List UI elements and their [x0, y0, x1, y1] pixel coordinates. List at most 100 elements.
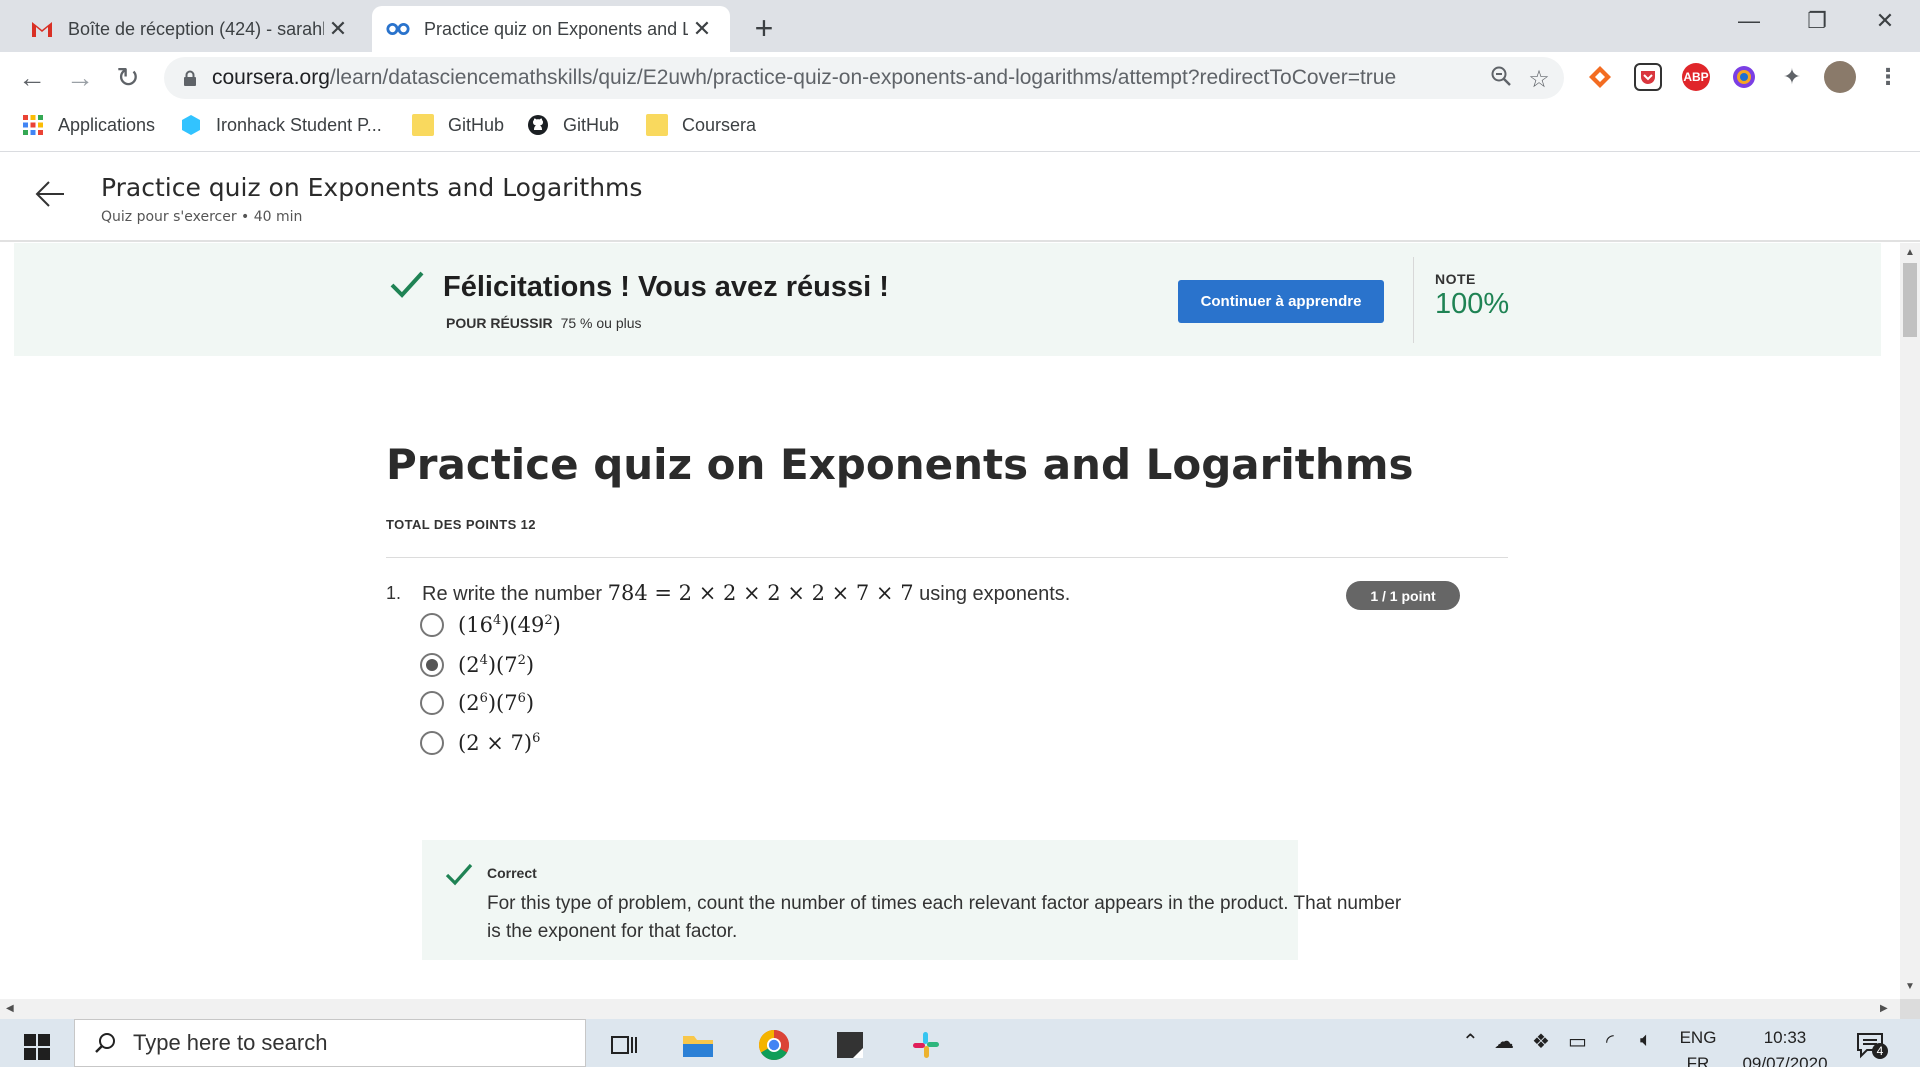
pass-requirement: POUR RÉUSSIR 75 % ou plus [446, 315, 642, 331]
task-view-icon[interactable] [606, 1027, 642, 1063]
wifi-icon[interactable]: ◜ [1606, 1029, 1614, 1054]
divider [1413, 257, 1414, 343]
quiz-content: Félicitations ! Vous avez réussi ! POUR … [0, 243, 1900, 999]
close-icon[interactable]: ✕ [324, 16, 352, 42]
file-explorer-icon[interactable] [680, 1027, 716, 1063]
bookmark-star-icon[interactable]: ☆ [1524, 65, 1554, 95]
browser-toolbar: ← → ↻ coursera.org/learn/datasciencemath… [0, 52, 1920, 102]
lock-icon [184, 70, 196, 86]
result-banner: Félicitations ! Vous avez réussi ! POUR … [14, 243, 1881, 356]
question-prefix: Re write the number [422, 583, 608, 605]
sticky-notes-icon[interactable] [832, 1027, 868, 1063]
dropbox-icon[interactable]: ❖ [1532, 1029, 1550, 1054]
scroll-thumb[interactable] [1903, 263, 1917, 337]
github-icon [528, 115, 548, 135]
success-title: Félicitations ! Vous avez réussi ! [443, 271, 889, 303]
ironhack-icon [182, 115, 200, 135]
onedrive-icon[interactable]: ☁ [1494, 1029, 1514, 1054]
pass-label: POUR RÉUSSIR [446, 315, 553, 331]
pass-value: 75 % ou plus [560, 315, 642, 331]
scroll-right-icon[interactable]: ▶ [1880, 1003, 1888, 1014]
notification-center-icon[interactable]: 4 [1852, 1027, 1888, 1063]
restore-icon[interactable]: ❐ [1782, 0, 1852, 42]
horizontal-scrollbar[interactable]: ◀ ▶ [0, 999, 1900, 1019]
bookmark-ironhack[interactable]: Ironhack Student P... [180, 114, 382, 136]
close-window-icon[interactable]: ✕ [1850, 0, 1920, 42]
extension-orange-icon[interactable] [1586, 63, 1614, 91]
radio-button[interactable] [420, 613, 444, 637]
profile-avatar[interactable] [1824, 61, 1856, 93]
answer-option-4[interactable]: (2 × 7)6 [420, 731, 540, 755]
notification-count: 4 [1872, 1043, 1888, 1059]
feedback-label: Correct [487, 865, 537, 881]
folder-icon [646, 114, 668, 136]
reload-icon[interactable]: ↻ [110, 60, 146, 96]
radio-button[interactable] [420, 691, 444, 715]
zoom-icon[interactable] [1486, 65, 1516, 95]
keyboard-layout: FR [1686, 1054, 1710, 1067]
page-subtitle: Quiz pour s'exercer • 40 min [101, 209, 303, 225]
answer-option-2[interactable]: (24)(72) [420, 653, 534, 677]
option-label: (164)(492) [458, 613, 561, 637]
gmail-icon [30, 17, 54, 41]
address-bar[interactable]: coursera.org/learn/datasciencemathskills… [164, 57, 1564, 99]
volume-icon[interactable]: 🔈︎ [1640, 1029, 1652, 1052]
tray-overflow-icon[interactable]: ⌃ [1462, 1029, 1479, 1054]
bookmark-label: GitHub [563, 114, 620, 135]
language-indicator[interactable]: ENG FR [1668, 1025, 1728, 1067]
answer-option-3[interactable]: (26)(76) [420, 691, 534, 715]
menu-kebab-icon[interactable]: ⋮ [1874, 63, 1902, 91]
language-code: ENG [1679, 1028, 1717, 1047]
url-text: coursera.org/learn/datasciencemathskills… [212, 66, 1396, 90]
option-label: (26)(76) [458, 691, 535, 715]
bookmark-applications[interactable]: Applications [22, 114, 155, 136]
adblock-plus-icon[interactable]: ABP [1682, 63, 1710, 91]
minimize-icon[interactable]: — [1714, 0, 1784, 42]
bookmark-github[interactable]: GitHub [527, 114, 619, 136]
extensions-puzzle-icon[interactable]: ✦ [1778, 63, 1806, 91]
bookmark-label: Ironhack Student P... [216, 114, 382, 135]
tab-coursera[interactable]: Practice quiz on Exponents and L ✕ [372, 6, 730, 52]
radio-button[interactable] [420, 731, 444, 755]
scroll-down-icon[interactable]: ▼ [1905, 981, 1915, 992]
option-label: (24)(72) [458, 653, 535, 677]
scroll-up-icon[interactable]: ▲ [1905, 247, 1915, 258]
clock-time: 10:33 [1763, 1028, 1807, 1047]
bookmark-coursera-folder[interactable]: Coursera [646, 114, 756, 136]
chrome-icon[interactable] [756, 1027, 792, 1063]
continue-learning-button[interactable]: Continuer à apprendre [1178, 280, 1384, 323]
answer-option-1[interactable]: (164)(492) [420, 613, 561, 637]
divider [386, 557, 1508, 558]
system-clock[interactable]: 10:33 09/07/2020 [1740, 1025, 1830, 1067]
tab-gmail[interactable]: Boîte de réception (424) - sarahb ✕ [16, 6, 366, 52]
new-tab-button[interactable]: + [746, 10, 782, 46]
scroll-left-icon[interactable]: ◀ [6, 1003, 14, 1014]
battery-icon[interactable]: ▭ [1568, 1029, 1587, 1054]
page-title: Practice quiz on Exponents and Logarithm… [101, 173, 643, 202]
tab-title: Practice quiz on Exponents and L [424, 18, 688, 39]
url-host: coursera.org [212, 66, 330, 89]
total-points: TOTAL DES POINTS 12 [386, 517, 536, 532]
back-arrow-icon[interactable] [34, 177, 66, 220]
windows-taskbar: Type here to search ⌃ ☁ ❖ ▭ ◜ 🔈︎ ENG FR 1… [0, 1019, 1920, 1067]
option-label: (2 × 7)6 [458, 731, 541, 755]
vertical-scrollbar[interactable]: ▲ ▼ [1900, 243, 1920, 999]
feedback-panel: Correct For this type of problem, count … [422, 840, 1401, 960]
bookmark-github-folder[interactable]: GitHub [412, 114, 504, 136]
radio-button-selected[interactable] [420, 653, 444, 677]
color-extension-icon[interactable] [1730, 63, 1758, 91]
pocket-icon[interactable] [1634, 63, 1662, 91]
grade-label: NOTE [1435, 271, 1476, 287]
check-icon [390, 271, 424, 298]
windows-start-icon[interactable] [24, 1034, 50, 1060]
points-badge: 1 / 1 point [1346, 581, 1460, 610]
question-suffix: using exponents. [913, 583, 1071, 605]
feedback-text: For this type of problem, count the numb… [487, 893, 1402, 942]
slack-icon[interactable] [908, 1027, 944, 1063]
search-placeholder: Type here to search [133, 1030, 328, 1055]
back-icon[interactable]: ← [14, 60, 50, 96]
forward-icon[interactable]: → [62, 60, 98, 96]
close-icon[interactable]: ✕ [688, 16, 716, 42]
adblock-label: ABP [1683, 70, 1709, 84]
taskbar-search[interactable]: Type here to search [74, 1019, 586, 1067]
